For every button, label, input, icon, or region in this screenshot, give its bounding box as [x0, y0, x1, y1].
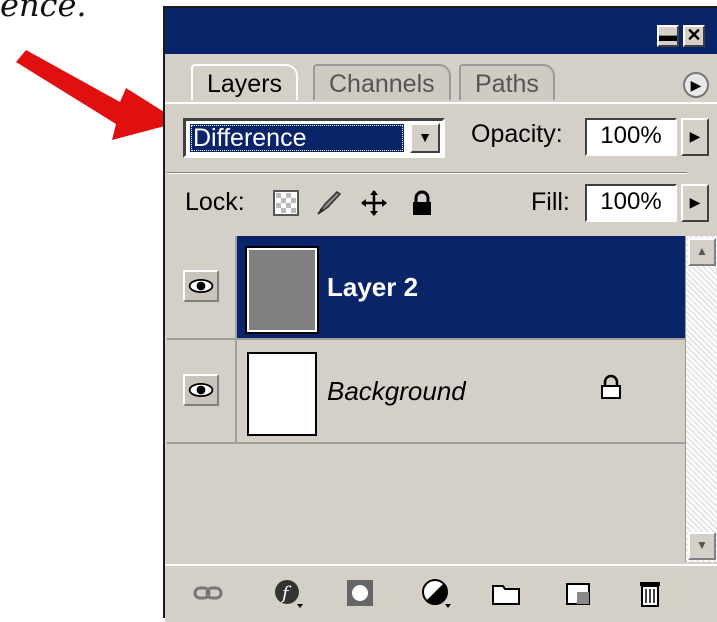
tab-channels[interactable]: Channels	[313, 64, 451, 100]
mask-icon[interactable]	[345, 578, 375, 608]
trash-icon[interactable]	[635, 578, 665, 608]
lock-label: Lock:	[185, 188, 245, 216]
panel-tabs: Layers Channels Paths	[165, 54, 717, 104]
tab-layers[interactable]: Layers	[191, 64, 299, 100]
layer-style-icon[interactable]: f	[273, 578, 303, 608]
visibility-cell	[167, 236, 237, 338]
lock-transparency-icon[interactable]	[273, 190, 299, 216]
opacity-label: Opacity:	[471, 120, 563, 148]
lock-image-icon[interactable]	[315, 190, 341, 216]
new-group-icon[interactable]	[491, 578, 521, 608]
link-icon[interactable]	[193, 578, 223, 608]
layer-name[interactable]: Background	[327, 376, 466, 407]
chevron-down-icon[interactable]: ▼	[410, 123, 440, 153]
layer-row-layer-2[interactable]: Layer 2	[167, 236, 685, 340]
lock-position-icon[interactable]	[361, 190, 387, 216]
layers-list: Layer 2 Background	[167, 236, 685, 562]
new-layer-icon[interactable]	[563, 578, 593, 608]
scroll-down-button[interactable]: ▼	[688, 532, 716, 560]
opacity-slider-button[interactable]: ▶	[681, 118, 709, 156]
eye-icon[interactable]	[183, 374, 219, 406]
layer-name[interactable]: Layer 2	[327, 272, 418, 303]
fill-slider-button[interactable]: ▶	[681, 184, 709, 222]
blend-mode-select[interactable]: Difference ▼	[183, 118, 445, 158]
layer-thumbnail	[245, 246, 319, 334]
opacity-input[interactable]: 100%	[585, 118, 677, 156]
layer-row-background[interactable]: Background	[167, 340, 685, 444]
tab-paths[interactable]: Paths	[459, 64, 555, 100]
scroll-up-button[interactable]: ▲	[688, 238, 716, 266]
layer-lock-icon	[601, 374, 621, 399]
close-button[interactable]: ✕	[683, 25, 705, 47]
red-arrow-annotation	[16, 50, 180, 140]
visibility-cell	[167, 340, 237, 442]
divider	[167, 172, 687, 174]
fill-input[interactable]: 100%	[585, 184, 677, 222]
eye-icon[interactable]	[183, 270, 219, 302]
blend-mode-value: Difference	[190, 124, 404, 152]
layers-bottom-toolbar: f	[165, 564, 717, 622]
layer-thumbnail	[247, 352, 317, 436]
fill-label: Fill:	[531, 188, 570, 216]
layers-panel: ▬ ✕ Layers Channels Paths ▶ Difference ▼…	[163, 6, 717, 622]
minimize-button[interactable]: ▬	[657, 25, 679, 47]
layers-scrollbar[interactable]: ▲ ▼	[685, 236, 717, 562]
panel-titlebar[interactable]: ▬ ✕	[165, 8, 717, 54]
lock-all-icon[interactable]	[409, 190, 435, 216]
adjustment-layer-icon[interactable]	[421, 578, 451, 608]
panel-menu-button[interactable]: ▶	[683, 72, 709, 98]
